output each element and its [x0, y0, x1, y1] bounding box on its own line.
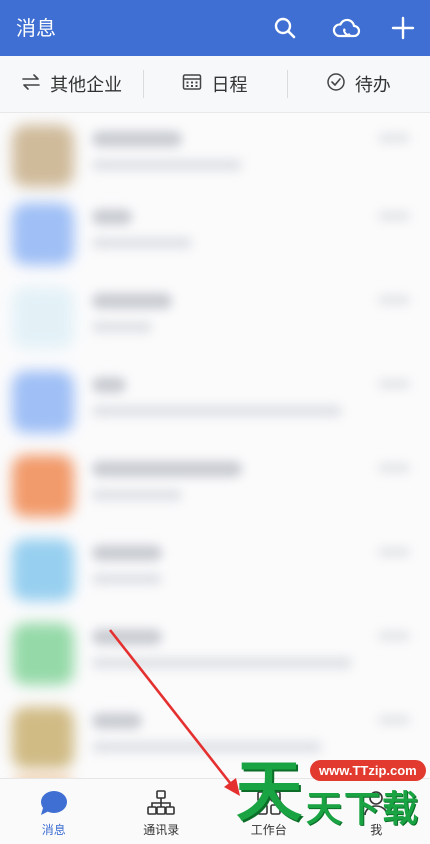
conversation-time-blurred — [378, 133, 410, 143]
plus-icon[interactable] — [389, 14, 417, 42]
conversation-name-blurred — [92, 209, 132, 225]
conversation-time-blurred — [378, 463, 410, 473]
list-item[interactable] — [0, 113, 430, 197]
tab-workbench-label: 工作台 — [251, 821, 287, 838]
tab-contacts-label: 通讯录 — [143, 821, 179, 838]
avatar — [12, 371, 74, 433]
list-item[interactable] — [0, 443, 430, 527]
tab-messages[interactable]: 消息 — [0, 779, 108, 844]
list-item[interactable] — [0, 527, 430, 611]
workbench-icon — [254, 789, 284, 817]
check-circle-icon — [326, 72, 346, 97]
other-enterprises-button[interactable]: 其他企业 — [0, 56, 143, 112]
conversation-name-blurred — [92, 461, 242, 477]
calendar-icon — [182, 73, 202, 96]
search-icon[interactable] — [271, 14, 299, 42]
conversation-list[interactable] — [0, 113, 430, 778]
tab-me-label: 我 — [370, 821, 382, 838]
list-item[interactable] — [0, 191, 430, 275]
avatar — [12, 455, 74, 517]
schedule-button[interactable]: 日程 — [143, 56, 286, 112]
tab-messages-label: 消息 — [42, 821, 66, 838]
avatar — [12, 539, 74, 601]
conversation-name-blurred — [92, 713, 142, 729]
conversation-preview-blurred — [92, 237, 192, 249]
conversation-name-blurred — [92, 545, 162, 561]
app-header: 消息 — [0, 0, 430, 56]
conversation-preview-blurred — [92, 741, 322, 753]
avatar — [12, 707, 74, 769]
conversation-preview-blurred — [92, 573, 162, 585]
bottom-tab-bar: 消息 通讯录 工作台 我 — [0, 778, 430, 844]
message-bubble-icon — [39, 789, 69, 817]
avatar — [12, 203, 74, 265]
tab-workbench[interactable]: 工作台 — [215, 779, 323, 844]
todo-button[interactable]: 待办 — [287, 56, 430, 112]
conversation-preview-blurred — [92, 489, 182, 501]
conversation-preview-blurred — [92, 657, 352, 669]
conversation-name-blurred — [92, 131, 182, 147]
list-item[interactable] — [0, 611, 430, 695]
avatar — [12, 287, 74, 349]
switch-arrows-icon — [21, 73, 41, 96]
conversation-time-blurred — [378, 295, 410, 305]
conversation-preview-blurred — [92, 159, 242, 171]
list-item[interactable] — [0, 763, 430, 778]
avatar — [12, 623, 74, 685]
list-item[interactable] — [0, 359, 430, 443]
tab-me[interactable]: 我 — [323, 779, 430, 844]
list-item[interactable] — [0, 275, 430, 359]
conversation-time-blurred — [378, 211, 410, 221]
conversation-preview-blurred — [92, 405, 342, 417]
conversation-time-blurred — [378, 715, 410, 725]
conversation-time-blurred — [378, 631, 410, 641]
conversation-name-blurred — [92, 293, 172, 309]
conversation-time-blurred — [378, 547, 410, 557]
conversation-time-blurred — [378, 379, 410, 389]
conversation-preview-blurred — [92, 321, 152, 333]
conversation-name-blurred — [92, 377, 126, 393]
todo-label: 待办 — [355, 71, 391, 97]
conversation-name-blurred — [92, 629, 162, 645]
cloud-phone-icon[interactable] — [330, 14, 362, 42]
schedule-label: 日程 — [211, 71, 247, 97]
quick-access-bar: 其他企业 日程 待办 — [0, 56, 430, 113]
avatar — [12, 125, 74, 187]
org-chart-icon — [146, 789, 176, 817]
other-enterprises-label: 其他企业 — [50, 71, 122, 97]
page-title: 消息 — [16, 14, 56, 42]
profile-icon — [361, 789, 391, 817]
tab-contacts[interactable]: 通讯录 — [108, 779, 216, 844]
